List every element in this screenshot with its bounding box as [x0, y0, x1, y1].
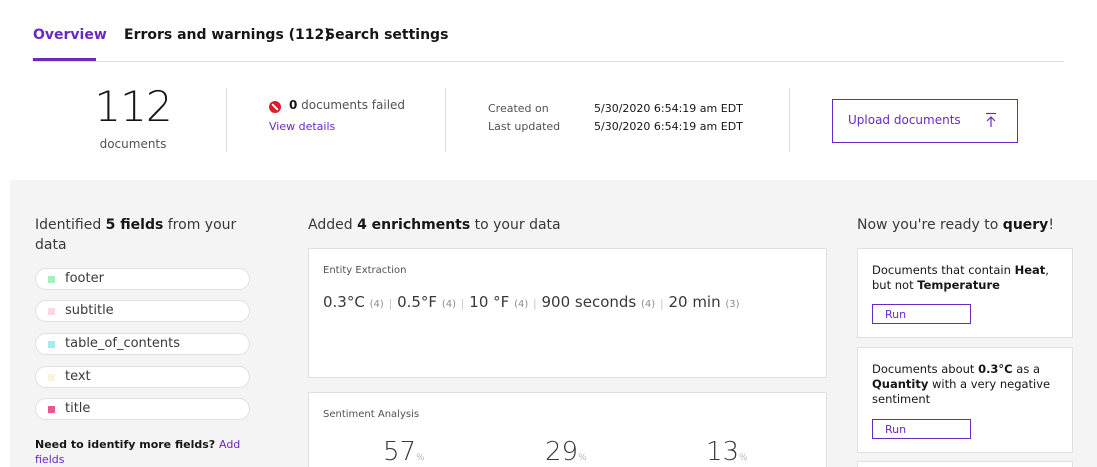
tab-overview[interactable]: Overview: [33, 27, 107, 43]
run-query-button[interactable]: Run: [872, 419, 971, 439]
field-label: title: [65, 401, 91, 416]
identify-more-fields-text: Need to identify more fields?: [35, 438, 219, 451]
divider: [445, 88, 446, 152]
sentiment-unit: %: [578, 453, 587, 463]
query-heading-text: !: [1048, 217, 1054, 233]
active-tab-indicator: [33, 58, 96, 61]
failed-documents: 0 documents failed: [289, 98, 405, 112]
entity-count: (4): [369, 299, 384, 310]
created-on-label: Created on: [488, 102, 549, 115]
divider: [226, 88, 227, 152]
entity-value: 10 °F: [469, 293, 510, 311]
sentiment-value: 57: [383, 437, 417, 467]
upload-icon: [986, 112, 996, 127]
entity-extraction-title: Entity Extraction: [323, 265, 407, 276]
field-tag-footer[interactable]: footer: [35, 268, 250, 290]
sentiment-value: 29: [545, 437, 579, 467]
query-heading: Now you're ready to query!: [857, 215, 1054, 235]
fields-heading: Identified 5 fields from your data: [35, 215, 255, 255]
field-tag-table-of-contents[interactable]: table_of_contents: [35, 333, 250, 355]
document-count-label: documents: [99, 137, 167, 151]
identify-more-fields: Need to identify more fields? Add fields: [35, 437, 250, 467]
field-color-swatch: [48, 374, 55, 381]
tab-errors-and-warnings[interactable]: Errors and warnings (112): [124, 27, 331, 43]
collection-summary: 112 documents 0 documents failed View de…: [0, 62, 1097, 180]
tab-search-settings[interactable]: Search settings: [325, 27, 448, 43]
entity-value: 0.5°F: [397, 293, 438, 311]
entity-count: (3): [725, 299, 740, 310]
entity-separator: |: [388, 297, 393, 310]
sentiment-analysis-title: Sentiment Analysis: [323, 409, 420, 420]
sentiment-percentage: 57%: [383, 437, 425, 467]
entity-separator: |: [460, 297, 465, 310]
enrichments-heading-count: 4 enrichments: [357, 217, 471, 233]
query-text-part: Documents about: [872, 362, 979, 376]
entity-count: (4): [514, 299, 529, 310]
entity-count: (4): [441, 299, 457, 310]
query-text-part: as a: [1012, 362, 1041, 376]
upload-documents-button[interactable]: Upload documents: [832, 99, 1018, 143]
document-count: 112: [94, 82, 172, 131]
enrichments-heading: Added 4 enrichments to your data: [308, 215, 561, 235]
query-heading-text: Now you're ready to: [857, 217, 1003, 233]
enrichments-heading-text: to your data: [470, 217, 561, 233]
sentiment-unit: %: [416, 453, 425, 463]
query-term: Quantity: [872, 377, 929, 391]
sentiment-percentage: 13%: [706, 437, 748, 467]
field-label: table_of_contents: [65, 336, 181, 351]
sentiment-unit: %: [739, 453, 748, 463]
field-color-swatch: [48, 276, 55, 283]
entity-value: 900 seconds: [541, 293, 637, 311]
sentiment-value: 13: [706, 437, 740, 467]
fields-heading-count: 5 fields: [105, 217, 164, 233]
field-tag-title[interactable]: title: [35, 398, 250, 420]
sentiment-percentage: 29%: [545, 437, 587, 467]
error-icon: [269, 101, 281, 113]
suggested-query-text: Documents that contain Heat, but not Tem…: [872, 263, 1062, 293]
suggested-query-card: Documents that contain Heat, but not Tem…: [857, 248, 1073, 338]
query-text-part: Documents that contain: [872, 263, 1015, 277]
fields-heading-text: Identified: [35, 217, 106, 233]
view-details-link[interactable]: View details: [269, 120, 335, 133]
divider: [789, 88, 790, 152]
entity-separator: |: [659, 297, 664, 310]
entity-list: 0.3°C (4) | 0.5°F (4) | 10 °F (4) | 900 …: [323, 293, 740, 311]
entity-extraction-card[interactable]: Entity Extraction 0.3°C (4) | 0.5°F (4) …: [308, 248, 827, 378]
field-color-swatch: [48, 308, 55, 315]
suggested-query-text: Documents about 0.3°C as a Quantity with…: [872, 362, 1062, 407]
entity-separator: |: [533, 297, 537, 310]
field-label: subtitle: [65, 303, 114, 318]
tab-bar: Overview Errors and warnings (112) Searc…: [33, 0, 1064, 62]
last-updated-label: Last updated: [488, 120, 561, 133]
enrichments-heading-text: Added: [308, 217, 358, 233]
suggested-query-card: Documents about 0.3°C as a Quantity with…: [857, 347, 1073, 453]
query-term: Heat: [1014, 263, 1046, 277]
entity-value: 20 min: [668, 293, 721, 311]
sentiment-analysis-card[interactable]: Sentiment Analysis 57% 29% 13%: [308, 392, 827, 467]
entity-value: 0.3°C: [323, 293, 365, 311]
last-updated-value: 5/30/2020 6:54:19 am EDT: [594, 120, 743, 133]
field-tag-text[interactable]: text: [35, 366, 250, 388]
upload-documents-label: Upload documents: [848, 113, 961, 127]
entity-count: (4): [641, 299, 656, 310]
field-color-swatch: [48, 406, 55, 413]
field-color-swatch: [48, 341, 55, 348]
query-heading-emphasis: query: [1002, 217, 1049, 233]
query-term: Temperature: [917, 278, 1000, 292]
failed-label: documents failed: [297, 98, 406, 112]
field-tag-subtitle[interactable]: subtitle: [35, 300, 250, 322]
suggested-query-card: [857, 461, 1073, 467]
created-on-value: 5/30/2020 6:54:19 am EDT: [594, 102, 743, 115]
run-query-button[interactable]: Run: [872, 304, 971, 324]
field-label: text: [65, 369, 91, 384]
field-label: footer: [65, 271, 104, 286]
query-term: 0.3°C: [978, 362, 1013, 376]
